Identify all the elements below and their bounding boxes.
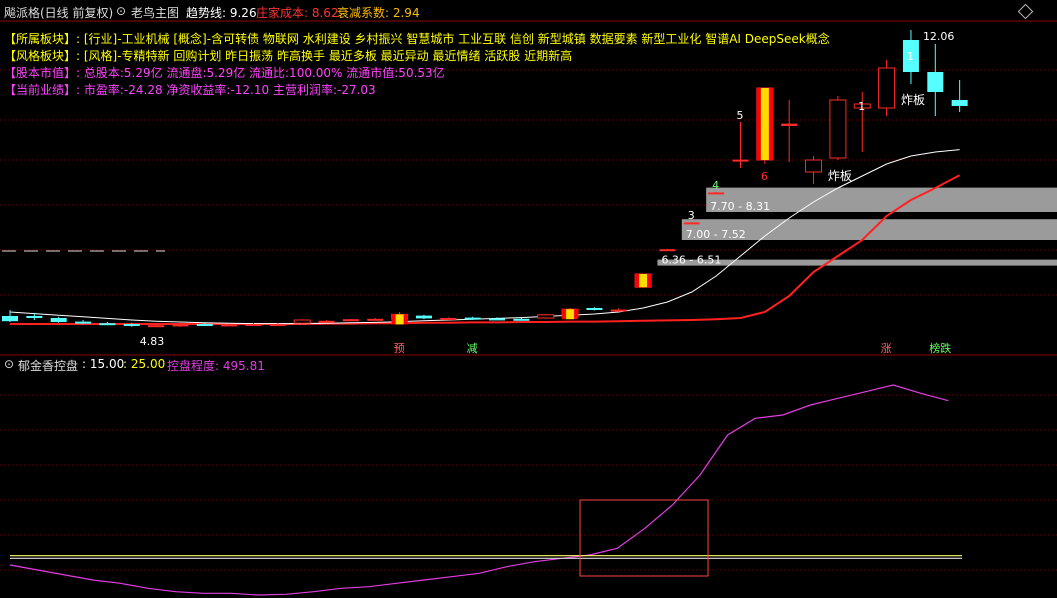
candle-annotation: 6 [761, 170, 768, 183]
stock-title[interactable]: 飚派格(日线 前复权) [4, 4, 113, 21]
settings-gear-icon[interactable]: ⊙ [116, 4, 126, 18]
candle-body [537, 314, 555, 319]
param-2: : 25.00 [123, 357, 166, 371]
candle-body [221, 324, 238, 327]
candle-body [829, 99, 847, 159]
candle-body [415, 315, 432, 319]
info-text: 总股本:5.29亿 流通盘:5.29亿 流通比:100.00% 流通市值:50.… [80, 66, 445, 80]
candle-annotation: 炸板 [901, 93, 925, 107]
limit-candle-inner [395, 314, 404, 325]
control-label: 控盘程度: 495.81 [167, 359, 265, 373]
info-label: 【股本市值】: [4, 66, 81, 80]
candle-annotation: 炸板 [828, 169, 852, 183]
candle-body [75, 321, 92, 324]
info-row: 【股本市值】: 总股本:5.29亿 流通盘:5.29亿 流通比:100.00% … [4, 64, 445, 81]
header-bar: 飚派格(日线 前复权) ⊙ 老鸟主图 趋势线: 9.26 庄家成本: 8.62 … [0, 0, 1057, 22]
info-label: 【当前业绩】: [4, 83, 81, 97]
zone-label: 7.70 - 8.31 [710, 200, 770, 213]
subchart-gear-icon[interactable]: ⊙ [4, 357, 14, 371]
signal-marker: 预 [394, 342, 405, 355]
info-row: 【当前业绩】: 市盈率:-24.28 净资收益率:-12.10 主营利润率:-2… [4, 81, 376, 98]
candle-body [123, 324, 140, 326]
candle-body [732, 159, 749, 162]
candle-body [342, 319, 359, 322]
limit-candle-inner [639, 274, 648, 288]
sub-series-line [9, 384, 949, 596]
candle-body [708, 192, 725, 195]
zone-label: 7.00 - 7.52 [686, 228, 746, 241]
limit-candle-inner [760, 88, 769, 160]
cost-label: 庄家成本: 8.62 [256, 6, 339, 20]
info-text: [行业]-工业机械 [概念]-含可转债 物联网 水利建设 乡村振兴 智慧城市 工… [80, 32, 830, 46]
info-row: 【所属板块】: [行业]-工业机械 [概念]-含可转债 物联网 水利建设 乡村振… [4, 30, 830, 47]
info-label: 【所属板块】: [4, 32, 81, 46]
candle-body [148, 325, 165, 328]
signal-marker: 榜跌 [929, 341, 951, 355]
candle-body [269, 324, 286, 326]
candle-body [489, 318, 505, 321]
candle-body [927, 72, 944, 92]
candle-body [172, 324, 189, 327]
zone-label: 6.36 - 6.51 [661, 254, 721, 267]
candle-body [781, 123, 798, 126]
candle-annotation: 4 [712, 179, 719, 192]
candle-body [318, 320, 335, 323]
signal-marker: 减 [467, 342, 478, 355]
subchart-header: ⊙ 郁金香控盘 : 15.00 : 25.00 控盘程度: 495.81 [0, 357, 1057, 373]
candle-annotation: 4.83 [140, 335, 165, 348]
highlight-box [579, 499, 709, 577]
candle-body [293, 319, 311, 324]
info-label: 【风格板块】: [4, 49, 81, 63]
signal-marker: 涨 [881, 342, 892, 355]
info-text: 市盈率:-24.28 净资收益率:-12.10 主营利润率:-27.03 [80, 83, 376, 97]
info-row: 【风格板块】: [风格]-专精特新 回购计划 昨日振荡 昨高换手 最近多板 最近… [4, 47, 572, 64]
candle-body [513, 318, 530, 321]
candle-body [245, 324, 262, 326]
subchart-name[interactable]: 郁金香控盘 [18, 357, 78, 374]
limit-candle-inner [566, 309, 575, 320]
candle-body [805, 159, 823, 173]
param-1: : 15.00 [82, 357, 125, 371]
candle-body [50, 318, 67, 322]
candle-body [683, 222, 700, 225]
candle-body [367, 318, 384, 321]
trend-label: 趋势线: 9.26 [186, 6, 257, 20]
info-text: [风格]-专精特新 回购计划 昨日振荡 昨高换手 最近多板 最近异动 最近情绪 … [80, 49, 573, 63]
candle-annotation: 5 [737, 109, 744, 122]
candle-body [2, 316, 18, 322]
candle-body [196, 324, 213, 326]
candle-annotation: 12.06 [923, 30, 955, 43]
candle-body [659, 249, 676, 252]
candle-body [26, 316, 43, 318]
candle-body [99, 323, 116, 326]
candle-body [586, 308, 603, 310]
candle-body [951, 100, 968, 106]
candle-body [464, 317, 481, 320]
candle-body [440, 318, 457, 320]
candle-body [610, 309, 627, 312]
decay-label: 衰减系数: 2.94 [337, 6, 420, 20]
candle-annotation: 3 [688, 209, 695, 222]
indicator-name[interactable]: 老鸟主图 [131, 4, 179, 21]
candle-annotation: 1 [907, 50, 914, 63]
candle-annotation: 1 [858, 100, 865, 113]
candle-body [878, 67, 896, 109]
